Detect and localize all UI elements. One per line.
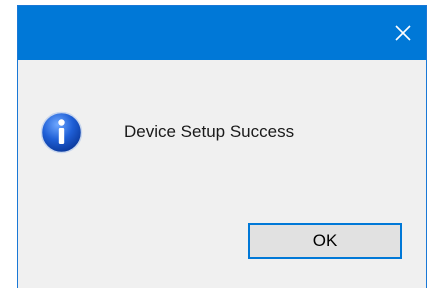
message-dialog: Device Setup Success OK (17, 5, 427, 288)
ok-button-label: OK (312, 231, 338, 250)
screenshot-frame: Device Setup Success OK (0, 0, 446, 288)
close-button[interactable] (380, 6, 426, 60)
dialog-content: Device Setup Success OK (18, 60, 426, 289)
close-icon (395, 25, 411, 41)
info-icon (40, 111, 83, 154)
message-text: Device Setup Success (124, 122, 295, 141)
title-bar (18, 6, 426, 60)
ok-button[interactable]: OK (248, 223, 402, 259)
